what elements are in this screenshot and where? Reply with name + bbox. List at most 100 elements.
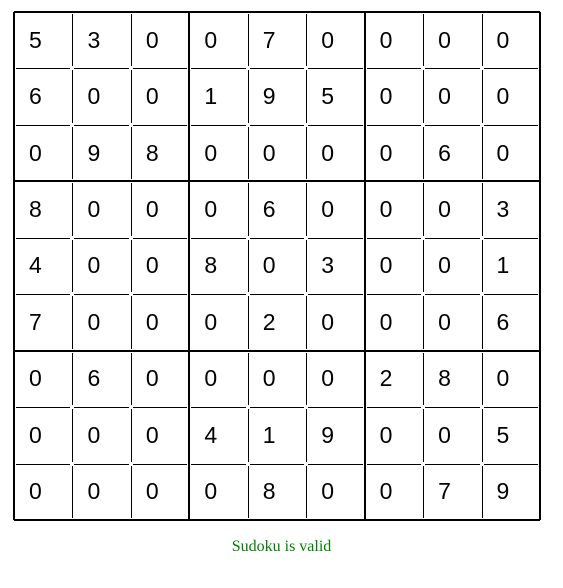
sudoku-cell-r2-c3[interactable]: 0: [131, 68, 189, 124]
sudoku-cell-r4-c8[interactable]: 0: [423, 181, 481, 237]
grid-cell-vertical-line: [131, 465, 132, 518]
grid-cell-horizontal-line: [16, 294, 71, 295]
sudoku-cell-r7-c5[interactable]: 0: [248, 351, 306, 407]
sudoku-cell-r2-c2[interactable]: 0: [72, 68, 130, 124]
sudoku-cell-r4-c9[interactable]: 3: [482, 181, 540, 237]
sudoku-cell-r6-c6[interactable]: 0: [306, 294, 364, 350]
sudoku-cell-r6-c3[interactable]: 0: [131, 294, 189, 350]
sudoku-cell-r4-c2[interactable]: 0: [72, 181, 130, 237]
sudoku-cell-r5-c3[interactable]: 0: [131, 238, 189, 294]
grid-cell-horizontal-line: [308, 407, 363, 408]
sudoku-cell-r5-c1[interactable]: 4: [14, 238, 72, 294]
sudoku-cell-r7-c7[interactable]: 2: [365, 351, 423, 407]
sudoku-cell-r2-c6[interactable]: 5: [306, 68, 364, 124]
sudoku-cell-r8-c9[interactable]: 5: [482, 407, 540, 463]
sudoku-cell-r3-c4[interactable]: 0: [189, 125, 247, 181]
sudoku-cell-r4-c3[interactable]: 0: [131, 181, 189, 237]
sudoku-cell-r3-c8[interactable]: 6: [423, 125, 481, 181]
sudoku-cell-r7-c2[interactable]: 6: [72, 351, 130, 407]
sudoku-cell-r9-c8[interactable]: 7: [423, 464, 481, 520]
sudoku-cell-r7-c1[interactable]: 0: [14, 351, 72, 407]
validation-message: Sudoku is valid: [231, 538, 332, 555]
sudoku-cell-r6-c7[interactable]: 0: [365, 294, 423, 350]
sudoku-cell-r7-c4[interactable]: 0: [189, 351, 247, 407]
sudoku-cell-r2-c7[interactable]: 0: [365, 68, 423, 124]
sudoku-cell-r3-c2[interactable]: 9: [72, 125, 130, 181]
sudoku-cell-r4-c5[interactable]: 6: [248, 181, 306, 237]
sudoku-cell-r1-c5[interactable]: 7: [248, 12, 306, 68]
sudoku-cell-r9-c9[interactable]: 9: [482, 464, 540, 520]
sudoku-cell-r6-c4[interactable]: 0: [189, 294, 247, 350]
sudoku-cell-r7-c9[interactable]: 0: [482, 351, 540, 407]
sudoku-cell-r8-c5[interactable]: 1: [248, 407, 306, 463]
sudoku-cell-r7-c8[interactable]: 8: [423, 351, 481, 407]
sudoku-cell-r1-c3[interactable]: 0: [131, 12, 189, 68]
sudoku-cell-r3-c9[interactable]: 0: [482, 125, 540, 181]
sudoku-cell-r1-c1[interactable]: 5: [14, 12, 72, 68]
grid-cell-horizontal-line: [249, 125, 305, 126]
sudoku-cell-r9-c2[interactable]: 0: [72, 464, 130, 520]
grid-cell-vertical-line: [306, 239, 307, 293]
grid-cell-horizontal-line: [425, 68, 480, 69]
sudoku-cell-r5-c2[interactable]: 0: [72, 238, 130, 294]
sudoku-cell-r9-c4[interactable]: 0: [189, 464, 247, 520]
sudoku-cell-r5-c5[interactable]: 0: [248, 238, 306, 294]
sudoku-cell-r3-c5[interactable]: 0: [248, 125, 306, 181]
sudoku-cell-r5-c4[interactable]: 8: [189, 238, 247, 294]
sudoku-cell-r4-c4[interactable]: 0: [189, 181, 247, 237]
grid-cell-horizontal-line: [191, 125, 246, 126]
sudoku-cell-r2-c9[interactable]: 0: [482, 68, 540, 124]
sudoku-cell-r1-c4[interactable]: 0: [189, 12, 247, 68]
sudoku-cell-r6-c2[interactable]: 0: [72, 294, 130, 350]
grid-cell-vertical-line: [248, 352, 249, 406]
grid-cell-vertical-line: [482, 70, 483, 123]
sudoku-cell-r8-c3[interactable]: 0: [131, 407, 189, 463]
sudoku-cell-r6-c1[interactable]: 7: [14, 294, 72, 350]
sudoku-cell-r1-c2[interactable]: 3: [72, 12, 130, 68]
sudoku-cell-r8-c1[interactable]: 0: [14, 407, 72, 463]
sudoku-cell-r2-c5[interactable]: 9: [248, 68, 306, 124]
sudoku-cell-r9-c3[interactable]: 0: [131, 464, 189, 520]
sudoku-cell-r6-c5[interactable]: 2: [248, 294, 306, 350]
sudoku-cell-r8-c4[interactable]: 4: [189, 407, 247, 463]
sudoku-cell-r9-c5[interactable]: 8: [248, 464, 306, 520]
grid-cell-horizontal-line: [366, 464, 422, 465]
sudoku-cell-r3-c3[interactable]: 8: [131, 125, 189, 181]
sudoku-cell-r9-c6[interactable]: 0: [306, 464, 364, 520]
sudoku-cell-r2-c1[interactable]: 6: [14, 68, 72, 124]
sudoku-cell-r4-c1[interactable]: 8: [14, 181, 72, 237]
sudoku-cell-r9-c7[interactable]: 0: [365, 464, 423, 520]
sudoku-cell-r8-c8[interactable]: 0: [423, 407, 481, 463]
sudoku-cell-r7-c6[interactable]: 0: [306, 351, 364, 407]
sudoku-cell-r1-c9[interactable]: 0: [482, 12, 540, 68]
grid-cell-horizontal-line: [249, 464, 305, 465]
sudoku-cell-r4-c6[interactable]: 0: [306, 181, 364, 237]
sudoku-cell-r5-c6[interactable]: 3: [306, 238, 364, 294]
sudoku-cell-r5-c8[interactable]: 0: [423, 238, 481, 294]
sudoku-cell-r5-c9[interactable]: 1: [482, 238, 540, 294]
sudoku-cell-r3-c1[interactable]: 0: [14, 125, 72, 181]
sudoku-cell-r2-c4[interactable]: 1: [189, 68, 247, 124]
grid-cell-vertical-line: [131, 183, 132, 236]
sudoku-cell-r1-c6[interactable]: 0: [306, 12, 364, 68]
grid-cell-vertical-line: [423, 465, 424, 518]
grid-cell-horizontal-line: [74, 125, 129, 126]
sudoku-cell-r8-c2[interactable]: 0: [72, 407, 130, 463]
sudoku-cell-r1-c8[interactable]: 0: [423, 12, 481, 68]
sudoku-cell-r4-c7[interactable]: 0: [365, 181, 423, 237]
sudoku-cell-r3-c7[interactable]: 0: [365, 125, 423, 181]
grid-cell-vertical-line: [72, 14, 73, 67]
sudoku-cell-r3-c6[interactable]: 0: [306, 125, 364, 181]
sudoku-cell-r7-c3[interactable]: 0: [131, 351, 189, 407]
sudoku-cell-r2-c8[interactable]: 0: [423, 68, 481, 124]
sudoku-cell-r5-c7[interactable]: 0: [365, 238, 423, 294]
sudoku-cell-r1-c7[interactable]: 0: [365, 12, 423, 68]
sudoku-cell-r6-c9[interactable]: 6: [482, 294, 540, 350]
grid-cell-vertical-line: [482, 183, 483, 236]
grid-cell-vertical-line: [248, 126, 249, 180]
sudoku-cell-r6-c8[interactable]: 0: [423, 294, 481, 350]
grid-box-horizontal-line: [14, 350, 540, 352]
sudoku-cell-r9-c1[interactable]: 0: [14, 464, 72, 520]
sudoku-cell-r8-c6[interactable]: 9: [306, 407, 364, 463]
sudoku-cell-r8-c7[interactable]: 0: [365, 407, 423, 463]
